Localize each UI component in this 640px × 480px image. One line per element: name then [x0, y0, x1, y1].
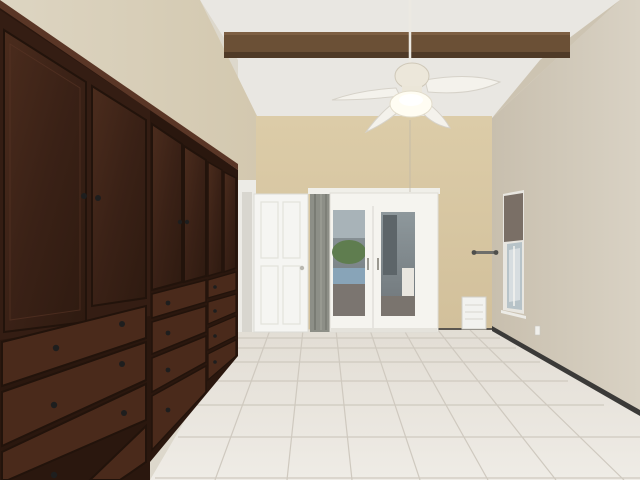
- wall-outlet: [534, 325, 541, 336]
- door-knob: [299, 265, 305, 271]
- ceiling-beam: [224, 32, 570, 58]
- cabinet-knob-3: [177, 219, 183, 225]
- cabinet-door-6: [223, 170, 237, 274]
- wall-vent: [461, 296, 487, 330]
- drawer-knob-3a: [213, 285, 217, 289]
- drawer-knob-2a: [165, 300, 171, 306]
- cabinet-door-4: [183, 144, 207, 284]
- drawer-knob-3b: [213, 309, 217, 313]
- cabinet-door-5: [207, 160, 223, 277]
- drawer-knob-1a-2: [119, 321, 125, 327]
- room-photo: [0, 0, 640, 480]
- drawer-knob-3c: [213, 334, 217, 338]
- drawer-knob-1c: [50, 471, 58, 479]
- drawer-knob-1b: [50, 401, 58, 409]
- drawer-knob-1b-2: [119, 361, 125, 367]
- side-window: [501, 190, 526, 319]
- curtain: [310, 192, 330, 332]
- cabinet-knob-2: [95, 195, 101, 201]
- cabinet-door-3: [151, 122, 183, 292]
- cabinet-knob-1: [81, 193, 87, 199]
- drawer-knob-2b: [165, 330, 171, 336]
- room-illustration: [0, 0, 640, 480]
- drawer-knob-2d: [165, 407, 171, 413]
- drawer-knob-2c: [165, 367, 171, 373]
- white-door: [253, 193, 309, 333]
- drawer-knob-1c-2: [121, 410, 127, 416]
- cabinet-knob-4: [184, 219, 190, 225]
- cabinet-door-1: [3, 28, 87, 334]
- drawer-knob-1a: [52, 344, 60, 352]
- drawer-knob-3d: [213, 360, 217, 364]
- side-doorway: [238, 180, 256, 332]
